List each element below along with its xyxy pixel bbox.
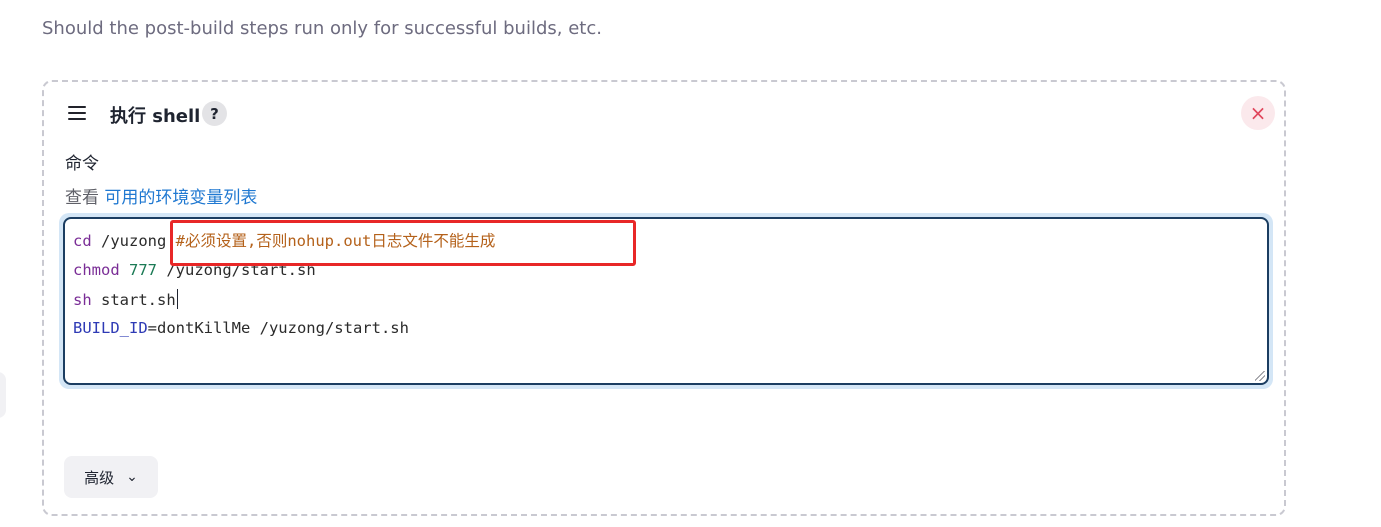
drag-handle-icon[interactable] [68,106,86,120]
command-editor[interactable]: cd /yuzong #必须设置,否则nohup.out日志文件不能生成 chm… [63,217,1269,385]
build-step-title: 执行 shell [110,106,201,127]
advanced-label: 高级 [84,468,115,487]
env-vars-line: 查看 可用的环境变量列表 [65,183,257,208]
code-command: chmod [73,261,120,279]
advanced-button[interactable]: 高级 ⌄ [64,456,158,498]
code-line: cd /yuzong #必须设置,否则nohup.out日志文件不能生成 [73,231,1267,260]
code-arg: /yuzong/start.sh [157,261,316,279]
code-line: BUILD_ID=dontKillMe /yuzong/start.sh [73,318,1267,347]
env-vars-link[interactable]: 可用的环境变量列表 [104,188,257,208]
resize-grip-icon[interactable] [1255,371,1265,381]
build-step-card: 执行 shell ? × 命令 查看 可用的环境变量列表 cd /yuzong … [42,80,1286,516]
code-arg: /yuzong [91,232,176,250]
code-command: sh [73,291,92,309]
code-command: cd [73,232,92,250]
code-variable: BUILD_ID [73,319,148,337]
code-line: sh start.sh [73,289,1267,318]
code-line: chmod 777 /yuzong/start.sh [73,260,1267,289]
code-comment: #必须设置,否则nohup.out日志文件不能生成 [175,232,496,250]
text-cursor [176,289,178,309]
command-label: 命令 [65,154,99,174]
env-prefix: 查看 [65,188,99,208]
code-number: 777 [129,261,158,279]
code-arg: start.sh [91,291,176,309]
chevron-down-icon: ⌄ [126,469,138,485]
code-arg: =dontKillMe /yuzong/start.sh [147,319,409,337]
help-icon[interactable]: ? [202,101,227,126]
close-icon[interactable]: × [1241,96,1275,130]
side-panel-tab[interactable] [0,372,6,418]
post-build-hint: Should the post-build steps run only for… [42,18,602,39]
